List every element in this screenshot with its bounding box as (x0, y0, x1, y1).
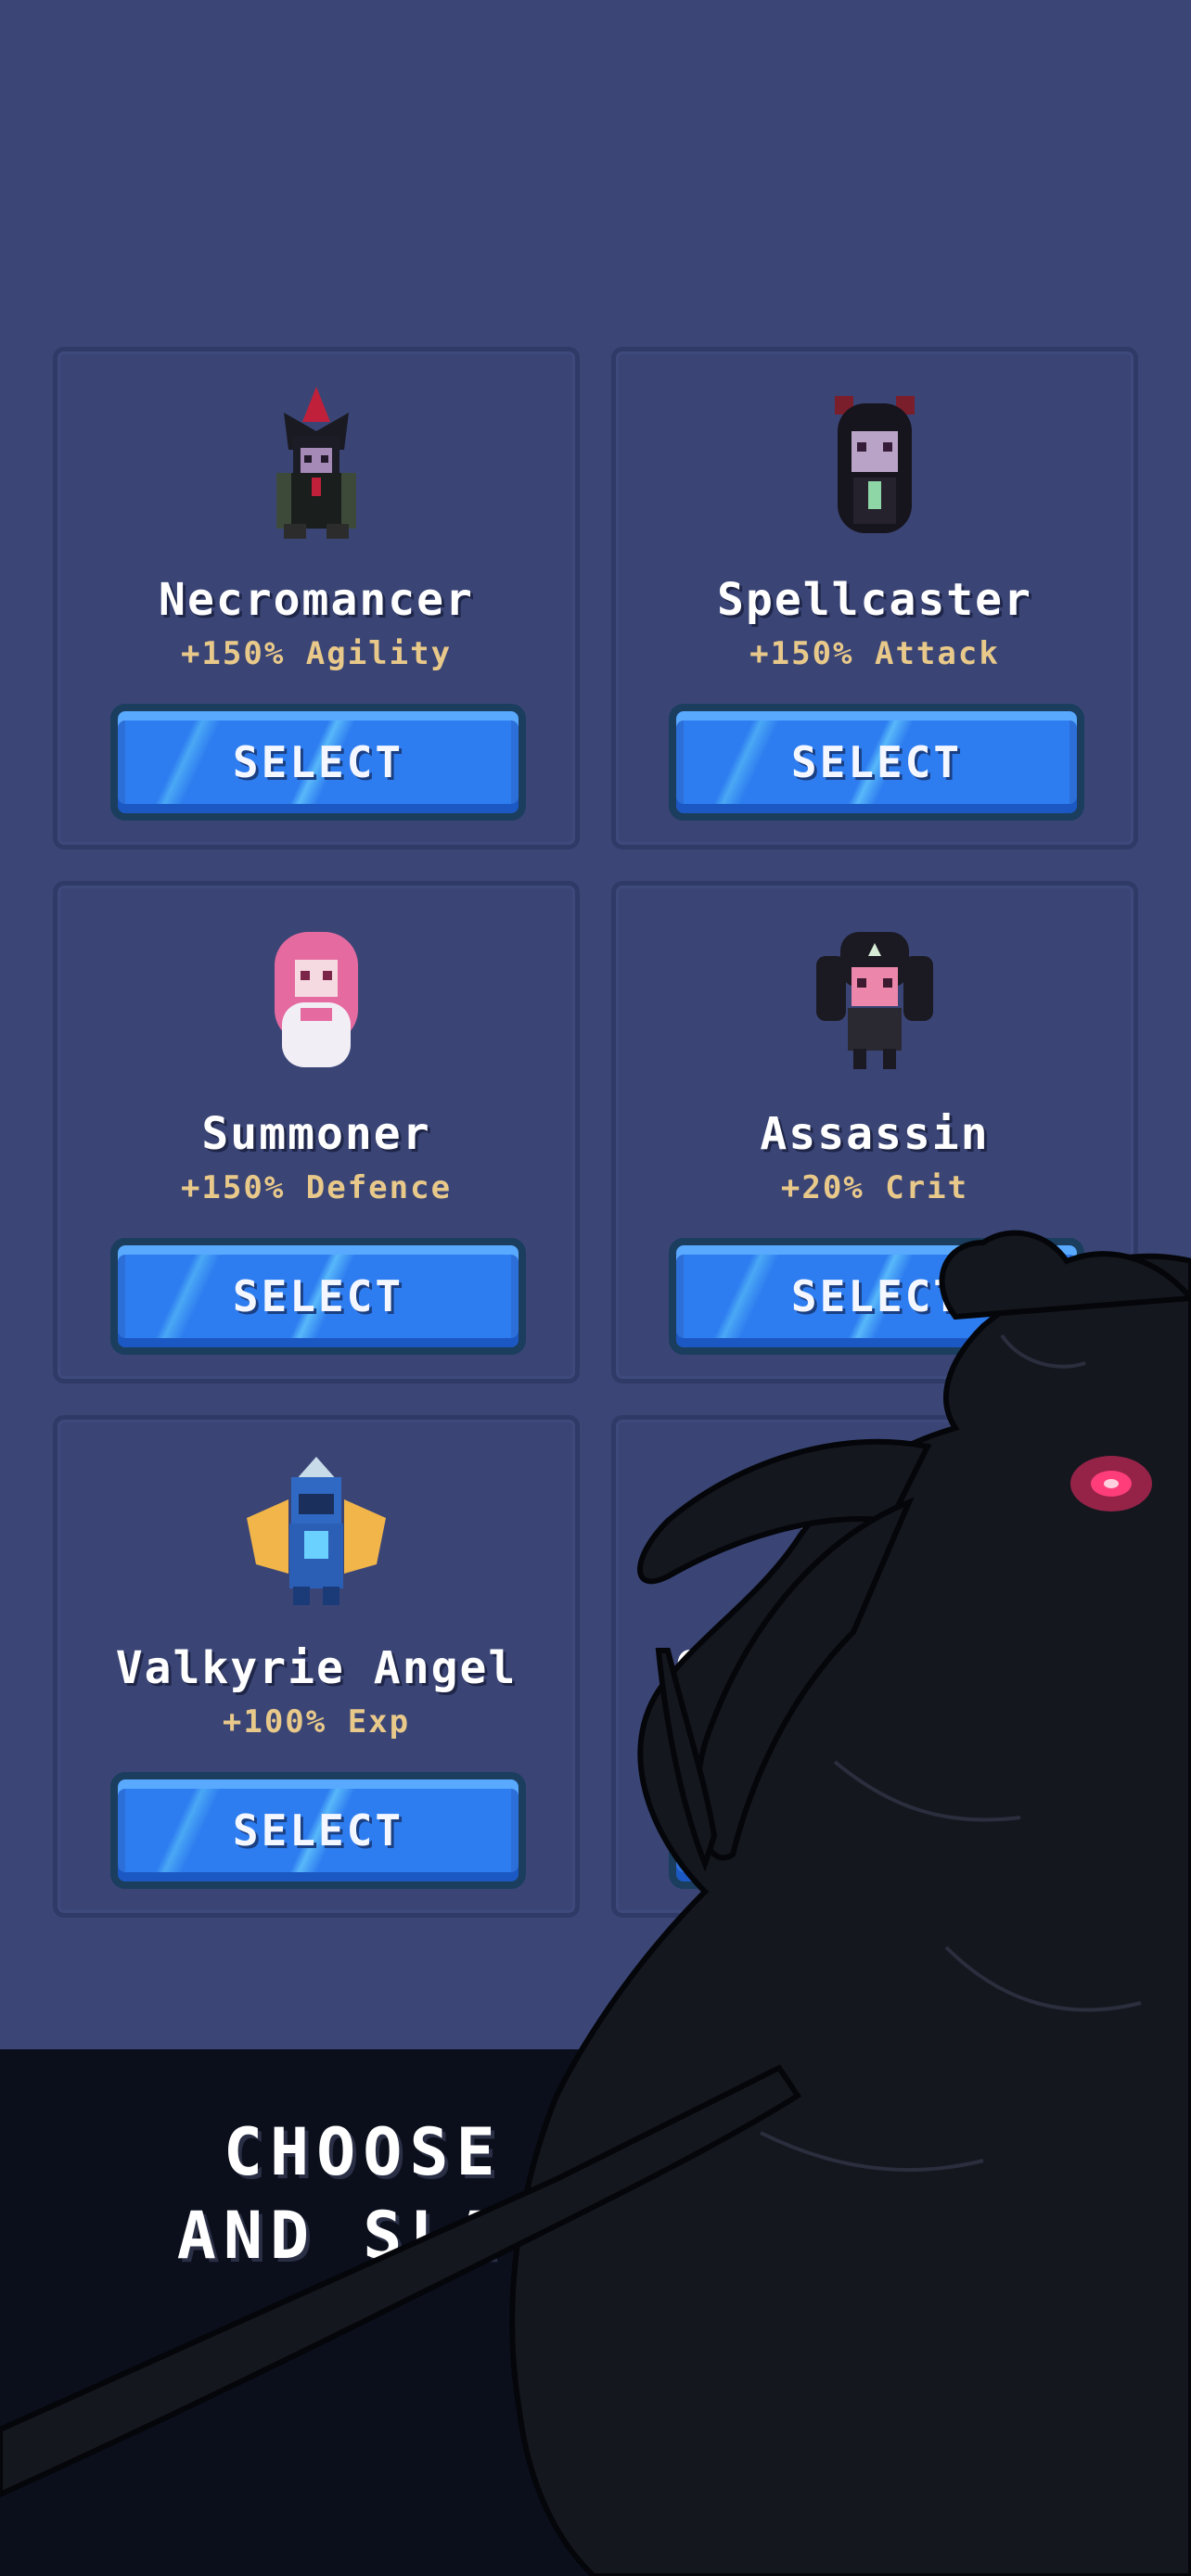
hero-name: Spellcaster (717, 574, 1032, 626)
hero-card-assassin: Assassin +20% Crit SELECT (611, 881, 1138, 1384)
tagline-line-1: CHOOSE YOUR HERO (223, 2114, 968, 2190)
hero-bonus: +150% Defence (180, 1169, 453, 1206)
crimson-knight-sprite (801, 1457, 918, 1601)
valkyrie-angel-sprite (247, 1457, 386, 1605)
summoner-sprite (275, 932, 358, 1067)
hero-bonus: +20% Crit (780, 1169, 969, 1206)
hero-card-summoner: Summoner +150% Defence SELECT (53, 881, 580, 1384)
hero-card-necromancer: Necromancer +150% Agility SELECT (53, 347, 580, 849)
select-necromancer-button[interactable]: SELECT (110, 704, 526, 821)
tagline-banner: CHOOSE YOUR HERO AND SLAY THE ENEMY (0, 2049, 1191, 2576)
hero-name: Crimson Knight (673, 1642, 1076, 1694)
hero-bonus: +150% Agility (180, 635, 453, 672)
hero-name: Valkyrie Angel (115, 1642, 518, 1694)
select-assassin-button[interactable]: SELECT (669, 1238, 1084, 1355)
select-spellcaster-button[interactable]: SELECT (669, 704, 1084, 821)
hero-name: Assassin (760, 1108, 990, 1160)
hero-card-crimson-knight: Crimson Knight +50% Item Drop SELECT (611, 1415, 1138, 1918)
hero-name: Necromancer (159, 574, 474, 626)
necromancer-sprite (276, 387, 356, 539)
spellcaster-sprite (835, 396, 915, 533)
assassin-sprite (816, 932, 933, 1069)
select-valkyrie-angel-button[interactable]: SELECT (110, 1772, 526, 1889)
hero-bonus: +150% Attack (749, 635, 1000, 672)
hero-bonus: +100% Exp (222, 1703, 411, 1741)
hero-name: Summoner (201, 1108, 431, 1160)
select-summoner-button[interactable]: SELECT (110, 1238, 526, 1355)
hero-card-valkyrie-angel: Valkyrie Angel +100% Exp SELECT (53, 1415, 580, 1918)
select-crimson-knight-button[interactable]: SELECT (669, 1772, 1084, 1889)
hero-card-spellcaster: Spellcaster +150% Attack SELECT (611, 347, 1138, 849)
tagline-line-2: AND SLAY THE ENEMY (176, 2198, 1015, 2274)
hero-bonus: +50% Item Drop (728, 1703, 1021, 1741)
